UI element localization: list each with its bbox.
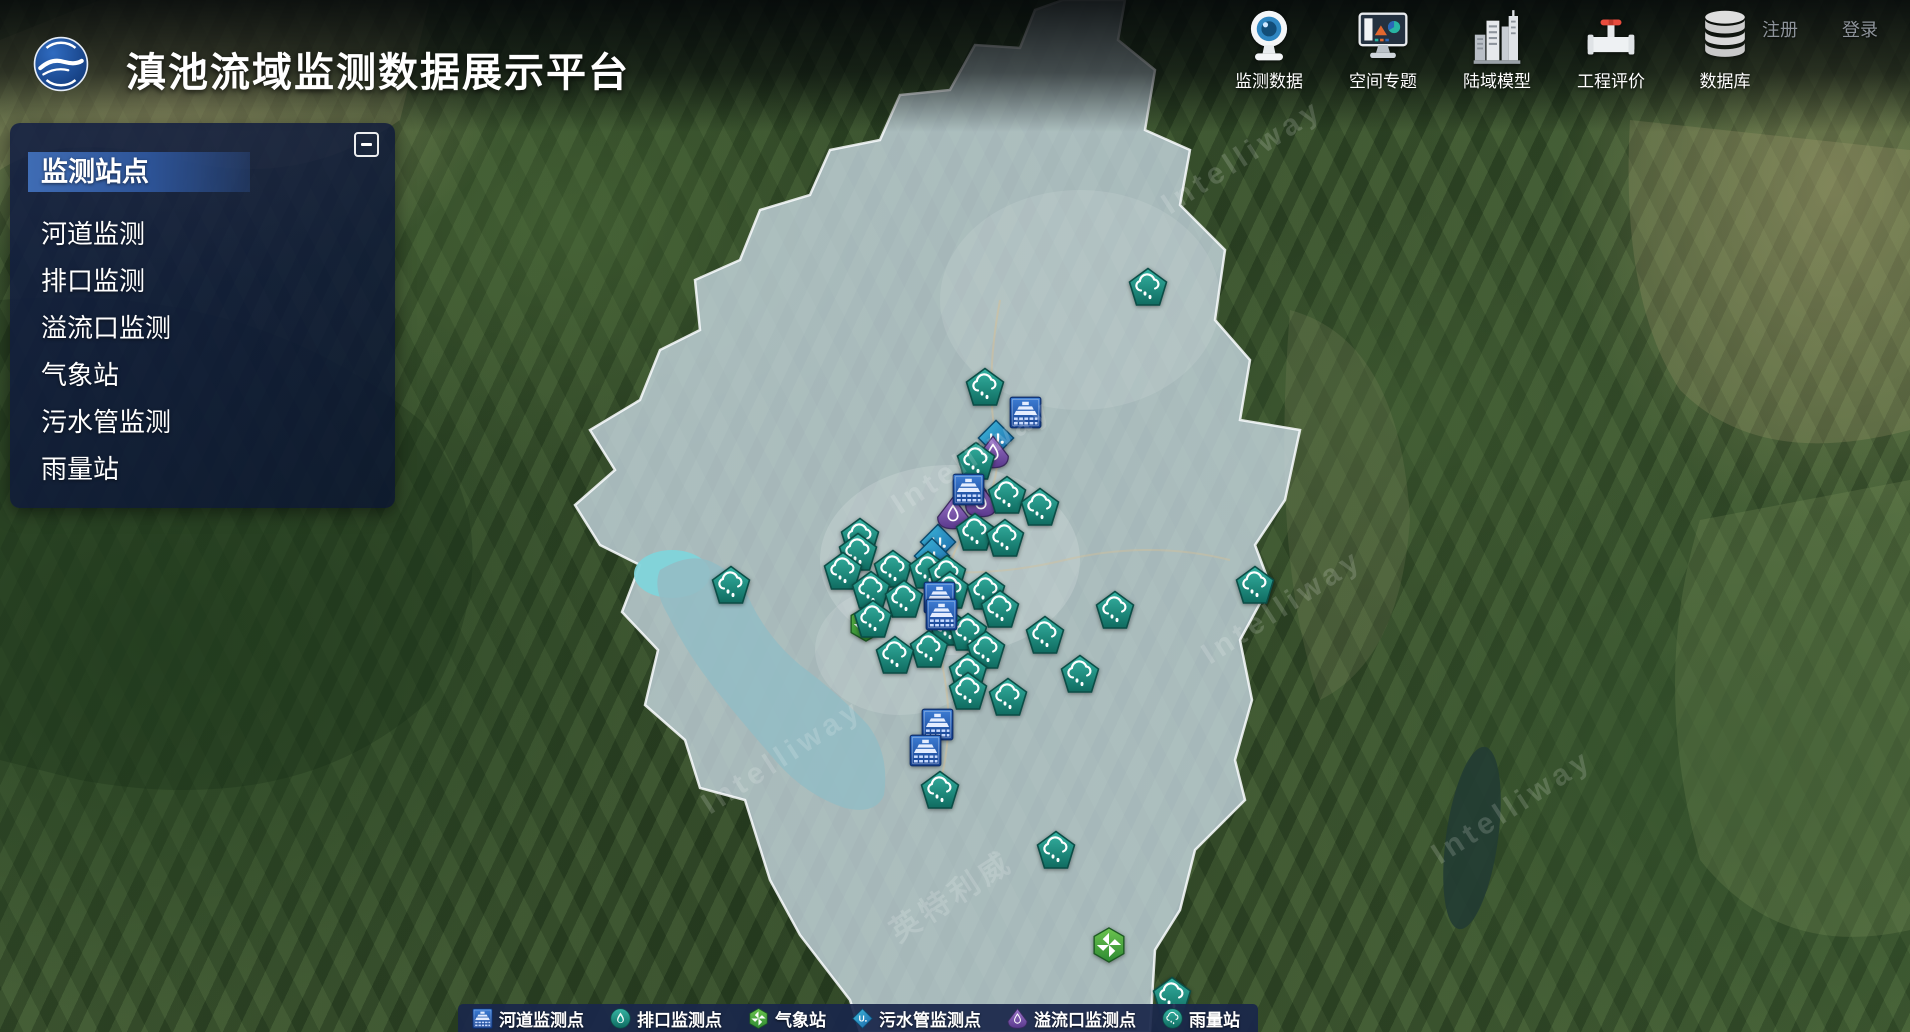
sidebar-item-river[interactable]: 河道监测: [41, 211, 375, 258]
rain-station-marker[interactable]: [853, 599, 893, 639]
rain-station-marker[interactable]: [1060, 654, 1100, 694]
nav-label: 工程评价: [1577, 67, 1645, 92]
map-legend: 河道监测点 排口监测点 气象站 污水管监测点 溢流口监测点 雨量站: [458, 1004, 1258, 1032]
nav-item-monitor-data[interactable]: 监测数据: [1226, 5, 1312, 92]
nav-item-database[interactable]: 数据库: [1682, 5, 1768, 92]
nav-label: 监测数据: [1235, 67, 1303, 92]
weather-station-marker[interactable]: [1091, 927, 1127, 963]
legend-item-outlet[interactable]: 排口监测点: [610, 1006, 722, 1031]
rain-station-marker[interactable]: [875, 635, 915, 675]
webcam-icon: [1243, 5, 1295, 65]
header-bar: 滇池流域监测数据展示平台 监测数据: [0, 0, 1910, 110]
buildings-icon: [1471, 5, 1523, 65]
river-station-marker[interactable]: [1009, 396, 1042, 429]
page-title: 滇池流域监测数据展示平台: [126, 40, 630, 98]
river-station-marker[interactable]: [952, 473, 985, 506]
weather-marker-icon: [748, 1008, 769, 1029]
sidebar-item-outlet[interactable]: 排口监测: [41, 258, 375, 305]
rain-station-marker[interactable]: [1036, 830, 1076, 870]
river-station-marker[interactable]: [925, 598, 958, 631]
rain-station-marker[interactable]: [985, 518, 1025, 558]
legend-item-weather[interactable]: 气象站: [748, 1006, 826, 1031]
monitor-chart-icon: [1357, 5, 1409, 65]
river-marker-icon: [472, 1008, 493, 1029]
register-link[interactable]: 注册: [1762, 16, 1798, 42]
sewage-marker-icon: [852, 1008, 873, 1029]
rain-station-marker[interactable]: [965, 367, 1005, 407]
sidebar-item-overflow[interactable]: 溢流口监测: [41, 305, 375, 352]
nav-label: 空间专题: [1349, 67, 1417, 92]
legend-item-rain[interactable]: 雨量站: [1162, 1006, 1240, 1031]
login-link[interactable]: 登录: [1842, 16, 1878, 42]
panel-title: 监测站点: [28, 152, 250, 192]
sidebar-item-rain[interactable]: 雨量站: [41, 446, 375, 493]
nav-item-land-model[interactable]: 陆域模型: [1454, 5, 1540, 92]
rain-station-marker[interactable]: [711, 565, 751, 605]
rain-station-marker[interactable]: [1235, 565, 1275, 605]
collapse-minus-icon[interactable]: [354, 132, 379, 157]
rain-marker-icon: [1162, 1008, 1183, 1029]
rain-station-marker[interactable]: [948, 671, 988, 711]
rain-station-marker[interactable]: [1095, 590, 1135, 630]
rain-station-marker[interactable]: [1025, 615, 1065, 655]
nav-item-project-eval[interactable]: 工程评价: [1568, 5, 1654, 92]
overflow-marker-icon: [1007, 1008, 1028, 1029]
main-nav: 监测数据 空间专: [1226, 5, 1768, 92]
rain-station-marker[interactable]: [988, 677, 1028, 717]
legend-item-river[interactable]: 河道监测点: [472, 1006, 584, 1031]
database-icon: [1699, 5, 1751, 65]
outlet-marker-icon: [610, 1008, 631, 1029]
auth-links: 注册 登录: [1762, 16, 1878, 42]
pipe-valve-icon: [1585, 5, 1637, 65]
rain-station-marker[interactable]: [920, 770, 960, 810]
panel-list: 河道监测 排口监测 溢流口监测 气象站 污水管监测 雨量站: [41, 211, 375, 493]
station-panel: 监测站点 河道监测 排口监测 溢流口监测 气象站 污水管监测 雨量站: [10, 123, 395, 508]
rain-station-marker[interactable]: [1020, 487, 1060, 527]
nav-label: 数据库: [1700, 67, 1751, 92]
app-root: U: [0, 0, 1910, 1032]
basin-platform-logo: [33, 36, 89, 92]
rain-station-marker[interactable]: [909, 629, 949, 669]
legend-item-overflow[interactable]: 溢流口监测点: [1007, 1006, 1136, 1031]
nav-item-spatial-topics[interactable]: 空间专题: [1340, 5, 1426, 92]
rain-station-marker[interactable]: [1128, 267, 1168, 307]
sidebar-item-sewage[interactable]: 污水管监测: [41, 399, 375, 446]
nav-label: 陆域模型: [1463, 67, 1531, 92]
sidebar-item-weather[interactable]: 气象站: [41, 352, 375, 399]
river-station-marker[interactable]: [909, 734, 942, 767]
legend-item-sewage[interactable]: 污水管监测点: [852, 1006, 981, 1031]
